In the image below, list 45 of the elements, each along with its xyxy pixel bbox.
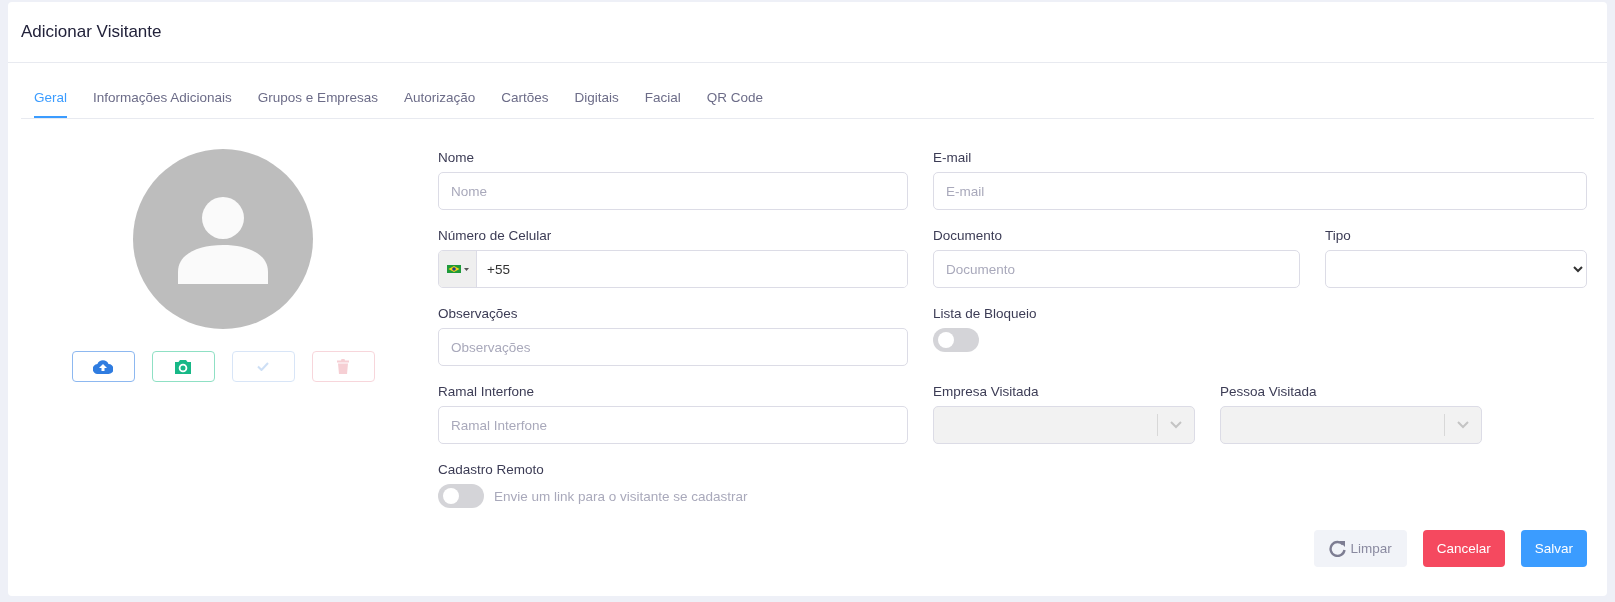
input-field[interactable]: E-mail <box>933 172 1587 210</box>
upload-button[interactable] <box>71 351 135 382</box>
country-selector[interactable] <box>439 251 477 287</box>
tab[interactable]: Grupos e Empresas <box>257 81 378 118</box>
field-label: E-mail <box>933 149 973 166</box>
tab[interactable]: Cartões <box>501 81 549 118</box>
tab[interactable]: Informações Adicionais <box>93 81 232 118</box>
input-field[interactable]: Ramal Interfone <box>438 406 908 444</box>
hint-text: Envie um link para o visitante se cadastrar <box>494 488 748 504</box>
save-button[interactable]: Salvar <box>1520 530 1587 567</box>
flag-icon <box>446 265 469 273</box>
reset-button[interactable]: Limpar <box>1314 530 1407 567</box>
tab[interactable]: QR Code <box>706 81 764 118</box>
checkmark-icon <box>257 362 269 371</box>
person-silhouette-icon <box>178 194 268 284</box>
field-label: Número de Celular <box>438 227 553 244</box>
tab[interactable]: Digitais <box>574 81 619 118</box>
phone-input-field[interactable]: +55 <box>438 250 908 288</box>
dialog-title: Adicionar Visitante <box>21 22 162 42</box>
field-label: Empresa Visitada <box>933 383 1040 400</box>
trash-icon <box>337 359 349 374</box>
field-label: Cadastro Remoto <box>438 461 545 478</box>
input-field[interactable]: Observações <box>438 328 908 366</box>
select-dropdown[interactable] <box>1325 250 1587 288</box>
cloud-upload-icon <box>93 359 113 374</box>
tab[interactable]: Geral <box>34 81 67 118</box>
field-label: Documento <box>933 227 1004 244</box>
toggle-switch[interactable] <box>438 484 484 508</box>
camera-icon <box>175 359 191 374</box>
chevron-down-icon <box>1170 421 1182 429</box>
chevron-down-icon <box>1457 421 1469 429</box>
input-field[interactable]: Nome <box>438 172 908 210</box>
field-label: Pessoa Visitada <box>1220 383 1318 400</box>
tab[interactable]: Autorização <box>403 81 476 118</box>
camera-button[interactable] <box>151 351 215 382</box>
tab[interactable]: Facial <box>644 81 681 118</box>
field-label: Nome <box>438 149 475 166</box>
input-field[interactable]: Documento <box>933 250 1300 288</box>
field-label: Tipo <box>1325 227 1352 244</box>
toggle-switch[interactable] <box>933 328 979 352</box>
refresh-icon <box>1329 540 1347 557</box>
field-label: Lista de Bloqueio <box>933 305 1038 322</box>
cancel-button[interactable]: Cancelar <box>1422 530 1505 567</box>
field-label: Ramal Interfone <box>438 383 536 400</box>
field-label: Observações <box>438 305 519 322</box>
